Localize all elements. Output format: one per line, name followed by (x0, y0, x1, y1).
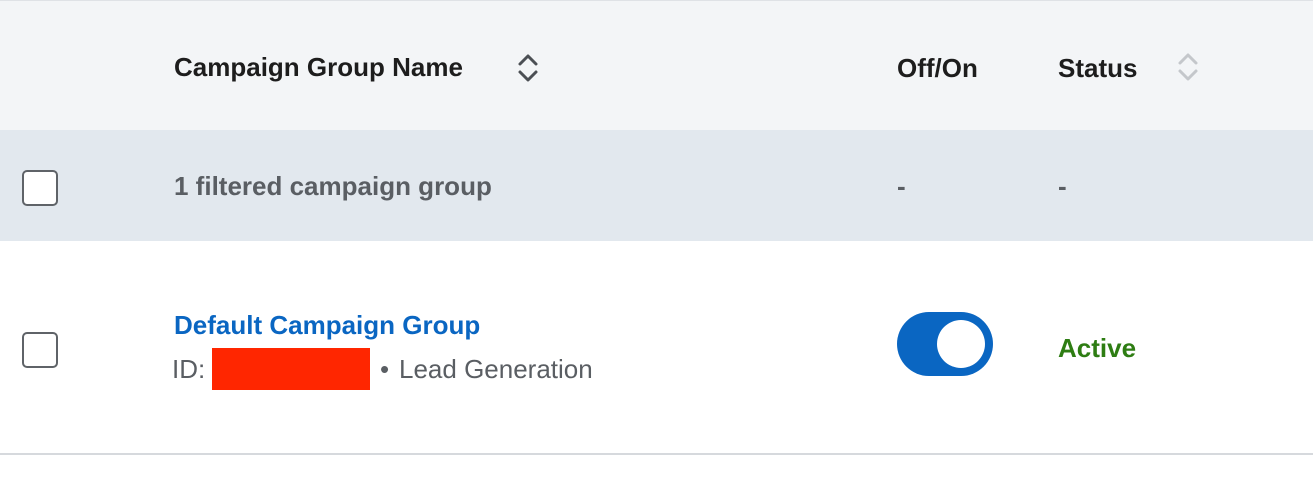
filtered-count-label: 1 filtered campaign group (174, 171, 492, 201)
table-bottom-border (0, 453, 1313, 455)
row-checkbox[interactable] (22, 332, 58, 368)
campaign-groups-table: Campaign Group Name Off/On Status 1 filt… (0, 0, 1313, 479)
status-badge: Active (1058, 333, 1137, 363)
column-header-status[interactable]: Status (1058, 53, 1137, 84)
sort-icon[interactable] (1177, 52, 1199, 82)
campaign-objective: Lead Generation (399, 354, 593, 384)
table-row: Default Campaign Group ID: • Lead Genera… (0, 241, 1313, 453)
redacted-id (212, 348, 370, 390)
toggle-knob (937, 320, 985, 368)
summary-toggle-value: - (897, 171, 906, 201)
campaign-on-off-toggle[interactable] (897, 312, 993, 376)
sort-icon[interactable] (517, 53, 539, 83)
table-header-row: Campaign Group Name Off/On Status (0, 1, 1313, 130)
column-header-name[interactable]: Campaign Group Name (174, 52, 463, 83)
select-all-checkbox[interactable] (22, 170, 58, 206)
column-header-toggle: Off/On (897, 53, 978, 83)
summary-status-value: - (1058, 171, 1067, 201)
meta-separator: • (380, 354, 390, 384)
campaign-group-id-label: ID: (172, 354, 206, 384)
summary-row: 1 filtered campaign group - - (0, 130, 1313, 241)
campaign-group-name-link[interactable]: Default Campaign Group (174, 310, 480, 341)
